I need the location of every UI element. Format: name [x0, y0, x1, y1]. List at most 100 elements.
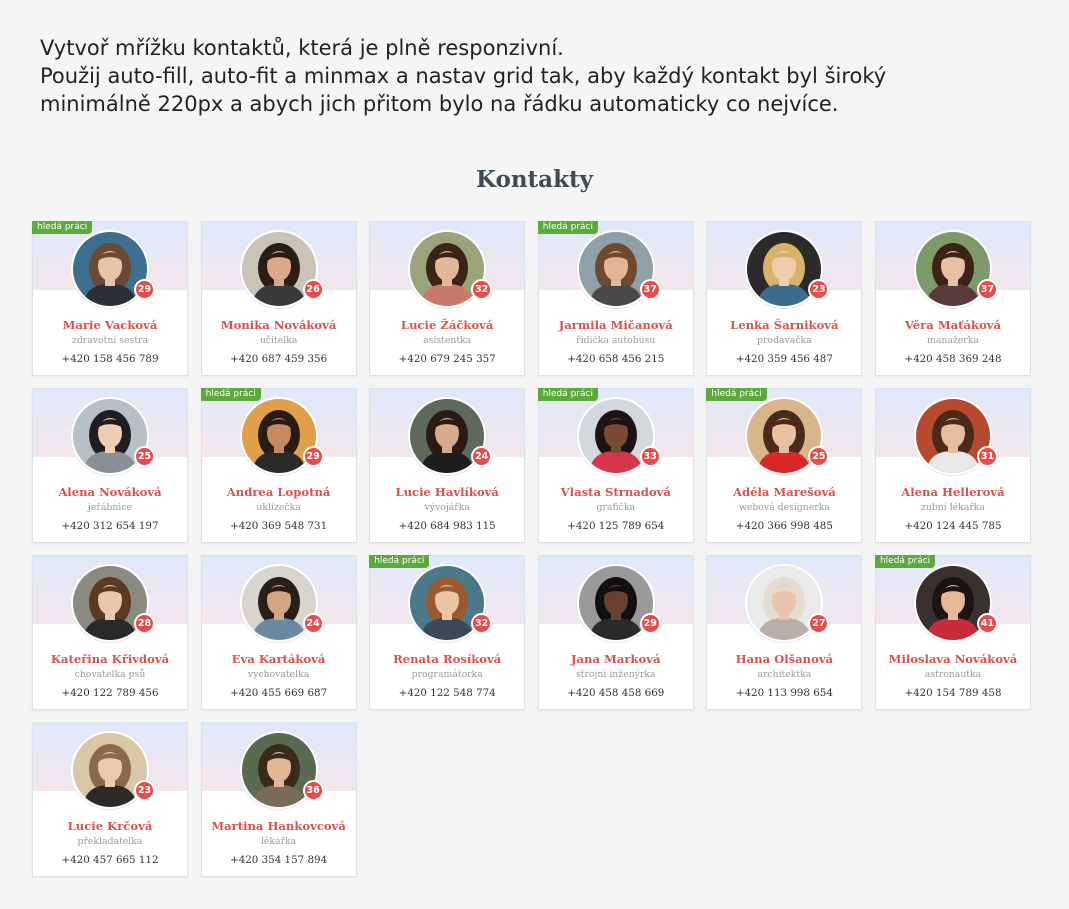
contact-card[interactable]: hledá práci 33 Vlasta Strnadová grafička +42… [537, 388, 694, 543]
contact-card[interactable]: 29 Jana Marková strojní inženýrka +420 458 … [537, 555, 694, 710]
job-seeking-badge: hledá práci [369, 555, 430, 568]
contact-job: vychovatelka [247, 669, 310, 680]
contact-phone: +420 687 459 356 [230, 353, 328, 365]
contact-job: vývojářka [424, 502, 470, 513]
contact-card[interactable]: hledá práci 29 Andrea Lopotná uklízečka +420… [200, 388, 357, 543]
contact-phone: +420 122 548 774 [398, 687, 496, 699]
contact-card[interactable]: 37 Věra Maťáková manažerka +420 458 369 248 [874, 221, 1031, 376]
contact-name: Lucie Krčová [67, 819, 153, 833]
contact-name: Jarmila Mičanová [558, 318, 673, 332]
age-badge: 29 [639, 613, 661, 634]
contact-name: Vlasta Strnadová [560, 485, 671, 499]
contact-card[interactable]: hledá práci 29 Marie Vacková zdravotní sest… [32, 221, 188, 376]
contact-phone: +420 658 456 215 [567, 353, 665, 365]
age-badge: 24 [471, 446, 493, 467]
job-seeking-badge: hledá práci [537, 221, 598, 234]
contact-job: prodavačka [757, 335, 812, 346]
contact-phone: +420 455 669 687 [230, 687, 328, 699]
contact-name: Eva Kartáková [231, 652, 326, 666]
contact-job: architektka [757, 669, 812, 680]
task-line-3: minimálně 220px a abych jich přitom bylo… [40, 92, 839, 116]
contact-phone: +420 354 157 894 [230, 854, 328, 866]
age-badge: 28 [134, 613, 155, 634]
contact-name: Lucie Havlíková [395, 485, 499, 499]
contact-job: řidička autobusu [576, 335, 656, 346]
age-badge: 25 [808, 446, 830, 467]
contact-card[interactable]: 32 Lucie Žáčková asistentka +420 679 245 35… [369, 221, 526, 376]
page-title: Kontakty [476, 166, 593, 193]
contact-name: Kateřina Křivdová [50, 652, 170, 666]
contact-name: Renata Rosíková [393, 652, 502, 666]
contact-name: Monika Nováková [220, 318, 337, 332]
contact-job: chovatelka psů [74, 669, 146, 680]
contact-card[interactable]: 24 Eva Kartáková vychovatelka +420 455 669 … [200, 555, 357, 710]
age-badge: 31 [976, 446, 998, 467]
age-badge: 29 [302, 446, 324, 467]
age-badge: 32 [471, 613, 493, 634]
age-badge: 23 [134, 780, 155, 801]
contact-name: Adéla Marešová [732, 485, 836, 499]
contact-job: astronautka [924, 669, 982, 680]
contact-phone: +420 458 458 669 [567, 687, 665, 699]
contact-job: uklízečka [256, 502, 301, 513]
contact-phone: +420 684 983 115 [398, 520, 496, 532]
age-badge: 27 [808, 613, 830, 634]
task-line-2: Použij auto-fill, auto-fit a minmax a na… [40, 64, 887, 88]
job-seeking-badge: hledá práci [874, 555, 936, 568]
contact-name: Lenka Šarniková [730, 318, 839, 332]
age-badge: 32 [471, 279, 493, 300]
age-badge: 29 [134, 279, 155, 300]
age-badge: 41 [976, 613, 998, 634]
contact-phone: +420 125 789 654 [567, 520, 665, 532]
contact-name: Alena Hellerová [901, 485, 1005, 499]
age-badge: 33 [639, 446, 661, 467]
contact-job: manažerka [927, 335, 979, 346]
contact-job: zubní lékařka [920, 502, 985, 513]
contact-job: asistentka [423, 335, 472, 346]
contact-job: programátorka [411, 669, 483, 680]
age-badge: 23 [808, 279, 830, 300]
age-badge: 37 [976, 279, 998, 300]
contact-phone: +420 124 445 785 [904, 520, 1002, 532]
contact-job: učitelka [259, 335, 298, 346]
contact-job: zdravotní sestra [71, 335, 149, 346]
age-badge: 26 [302, 279, 324, 300]
contact-phone: +420 359 456 487 [735, 353, 833, 365]
contact-card[interactable]: 24 Lucie Havlíková vývojářka +420 684 983 1… [369, 388, 526, 543]
contact-card[interactable]: 25 Alena Nováková jeřábnice +420 312 654 19… [32, 388, 188, 543]
contact-card[interactable]: 36 Martina Hankovcová lékařka +420 354 157 … [200, 722, 357, 877]
contact-name: Martina Hankovcová [211, 819, 346, 833]
contact-name: Alena Nováková [58, 485, 162, 499]
job-seeking-badge: hledá práci [32, 221, 93, 234]
job-seeking-badge: hledá práci [537, 388, 598, 401]
contact-card[interactable]: hledá práci 41 Miloslava Nováková astronaut… [874, 555, 1031, 710]
contact-card[interactable]: 28 Kateřina Křivdová chovatelka psů +420 12… [32, 555, 188, 710]
contact-job: jeřábnice [88, 502, 132, 513]
contact-name: Věra Maťáková [904, 318, 1002, 332]
contact-card[interactable]: 31 Alena Hellerová zubní lékařka +420 124 4… [874, 388, 1031, 543]
job-seeking-badge: hledá práci [200, 388, 261, 401]
contact-card[interactable]: hledá práci 25 Adéla Marešová webová design… [706, 388, 863, 543]
contact-name: Jana Marková [571, 652, 661, 666]
contact-phone: +420 122 789 456 [61, 687, 159, 699]
contact-name: Lucie Žáčková [400, 318, 494, 332]
job-seeking-badge: hledá práci [706, 388, 767, 401]
contact-phone: +420 366 998 485 [735, 520, 833, 532]
age-badge: 24 [302, 613, 324, 634]
contact-card[interactable]: 27 Hana Olšanová architektka +420 113 998 6… [706, 555, 863, 710]
contact-name: Marie Vacková [62, 318, 158, 332]
contact-card[interactable]: 23 Lenka Šarniková prodavačka +420 359 456 … [706, 221, 863, 376]
contact-card[interactable]: hledá práci 37 Jarmila Mičanová řidička aut… [537, 221, 694, 376]
contact-card[interactable]: 26 Monika Nováková učitelka +420 687 459 35… [200, 221, 357, 376]
age-badge: 25 [134, 446, 155, 467]
contact-card[interactable]: hledá práci 32 Renata Rosíková programátork… [369, 555, 526, 710]
contact-card[interactable]: 23 Lucie Krčová překladatelka +420 457 665 … [32, 722, 188, 877]
contact-job: překladatelka [77, 836, 143, 847]
contact-job: webová designerka [738, 502, 830, 513]
contact-phone: +420 457 665 112 [61, 854, 159, 866]
age-badge: 36 [302, 780, 324, 801]
contact-phone: +420 113 998 654 [735, 687, 833, 699]
contact-phone: +420 158 456 789 [61, 353, 159, 365]
contact-job: lékařka [260, 836, 297, 847]
contact-name: Miloslava Nováková [888, 652, 1018, 666]
